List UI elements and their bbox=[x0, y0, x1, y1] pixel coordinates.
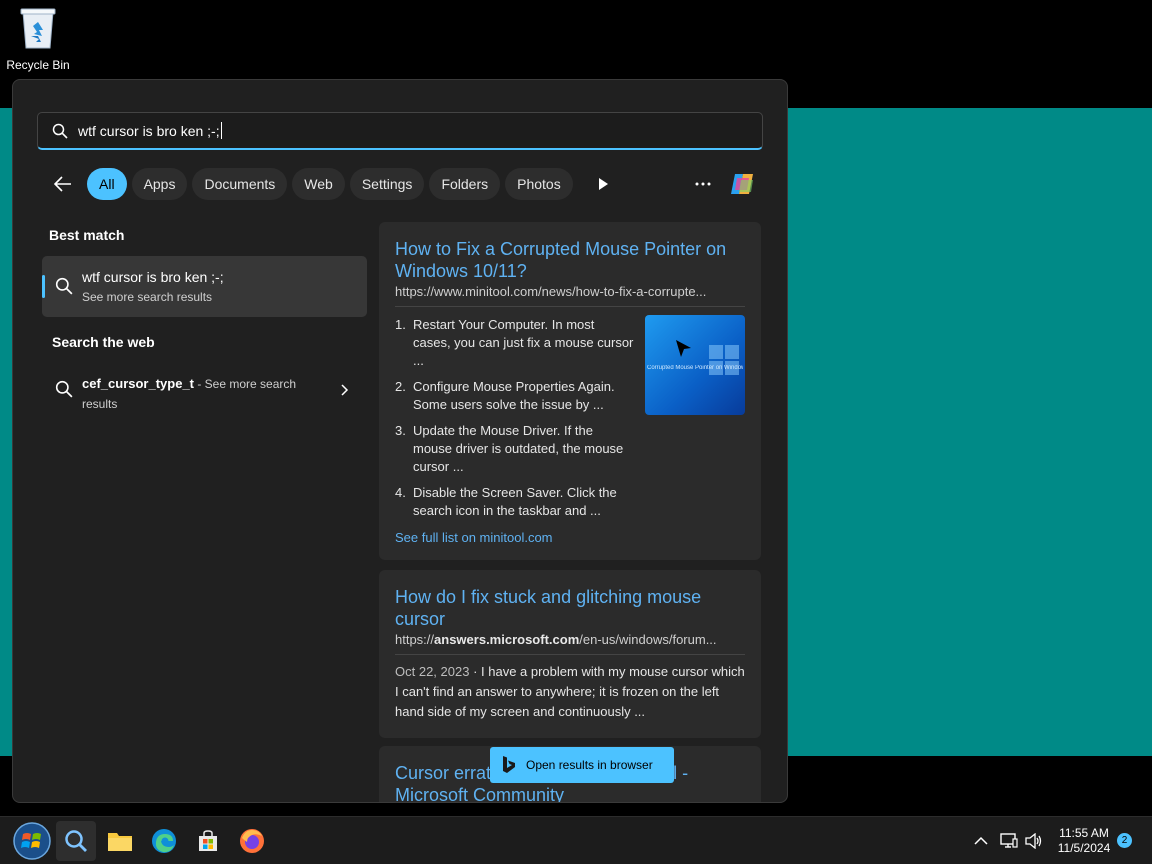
tab-apps[interactable]: Apps bbox=[131, 168, 188, 200]
result-title-link[interactable]: How to Fix a Corrupted Mouse Pointer on … bbox=[395, 238, 745, 282]
web-suggestion-text: cef_cursor_type_t - See more search resu… bbox=[82, 374, 312, 414]
steps-list: 1. Restart Your Computer. In most cases, … bbox=[395, 316, 635, 528]
best-match-title: wtf cursor is bro ken ;-; bbox=[82, 269, 224, 285]
edge-icon bbox=[152, 829, 176, 853]
start-orb-icon bbox=[13, 822, 51, 860]
list-item: 3. Update the Mouse Driver. If the mouse … bbox=[395, 423, 624, 474]
list-item: 2. Configure Mouse Properties Again. Some… bbox=[395, 379, 615, 412]
chevron-up-icon bbox=[974, 836, 988, 845]
result-card: How do I fix stuck and glitching mouse c… bbox=[379, 570, 761, 738]
recycle-bin-label: Recycle Bin bbox=[6, 58, 70, 72]
search-input[interactable]: wtf cursor is bro ken ;-; bbox=[37, 112, 763, 150]
copilot-icon bbox=[731, 174, 753, 194]
recycle-bin-shortcut[interactable]: Recycle Bin bbox=[6, 6, 70, 72]
divider bbox=[395, 654, 745, 655]
text-caret bbox=[220, 122, 222, 139]
result-url[interactable]: https://answers.microsoft.com/en-us/wind… bbox=[395, 632, 747, 647]
tab-photos[interactable]: Photos bbox=[505, 168, 573, 200]
result-date: Oct 22, 2023 bbox=[395, 664, 470, 679]
cursor-icon bbox=[676, 340, 691, 357]
search-web-heading: Search the web bbox=[52, 334, 155, 350]
search-query-text: wtf cursor is bro ken ;-; bbox=[78, 122, 220, 139]
folder-icon bbox=[108, 833, 132, 851]
clock-button[interactable]: 11:55 AM 11/5/2024 bbox=[1050, 826, 1118, 856]
store-icon bbox=[199, 830, 217, 851]
filter-bar: All Apps Documents Web Settings Folders … bbox=[49, 168, 616, 200]
firefox-icon bbox=[240, 829, 264, 853]
more-filters-button[interactable] bbox=[590, 168, 616, 200]
tab-web[interactable]: Web bbox=[292, 168, 345, 200]
network-icon bbox=[1000, 833, 1018, 848]
search-icon bbox=[65, 830, 87, 852]
see-full-list-link[interactable]: See full list on minitool.com bbox=[395, 530, 553, 545]
back-arrow-icon bbox=[54, 176, 71, 192]
clock-time: 11:55 AM bbox=[1059, 826, 1109, 840]
list-item: 1. Restart Your Computer. In most cases, … bbox=[395, 317, 634, 368]
ellipsis-icon bbox=[695, 182, 711, 186]
tab-all[interactable]: All bbox=[87, 168, 127, 200]
web-suggestion-term: cef_cursor_type_t bbox=[82, 376, 194, 391]
web-suggestion-item[interactable]: cef_cursor_type_t - See more search resu… bbox=[42, 368, 367, 428]
best-match-item[interactable]: wtf cursor is bro ken ;-; See more searc… bbox=[42, 256, 367, 317]
result-title-link[interactable]: How do I fix stuck and glitching mouse c… bbox=[395, 586, 745, 630]
result-thumbnail[interactable]: Corrupted Mouse Pointer on Windows 10/11 bbox=[645, 315, 745, 415]
tab-folders[interactable]: Folders bbox=[429, 168, 501, 200]
open-results-in-browser-button[interactable]: Open results in browser bbox=[490, 747, 674, 783]
search-icon bbox=[55, 380, 73, 398]
selection-indicator bbox=[42, 275, 45, 298]
file-explorer-button[interactable] bbox=[100, 821, 140, 861]
copilot-button[interactable] bbox=[727, 168, 759, 200]
clock-date: 11/5/2024 bbox=[1057, 841, 1111, 855]
search-icon bbox=[55, 277, 73, 295]
firefox-button[interactable] bbox=[232, 821, 272, 861]
open-results-label: Open results in browser bbox=[526, 758, 653, 772]
volume-button[interactable] bbox=[1024, 831, 1044, 851]
start-button[interactable] bbox=[12, 821, 52, 861]
best-match-heading: Best match bbox=[49, 227, 125, 243]
tab-documents[interactable]: Documents bbox=[192, 168, 288, 200]
chevron-right-icon bbox=[341, 384, 349, 396]
speaker-icon bbox=[1025, 833, 1042, 849]
thumbnail-caption: Corrupted Mouse Pointer on Windows 10/11 bbox=[647, 365, 743, 371]
play-icon bbox=[598, 178, 608, 190]
result-url[interactable]: https://www.minitool.com/news/how-to-fix… bbox=[395, 284, 747, 299]
list-item: 4. Disable the Screen Saver. Click the se… bbox=[395, 485, 617, 518]
network-status-button[interactable] bbox=[999, 831, 1019, 851]
back-button[interactable] bbox=[49, 170, 77, 198]
search-panel: wtf cursor is bro ken ;-; All Apps Docum… bbox=[12, 79, 788, 803]
best-match-subtitle: See more search results bbox=[82, 290, 213, 304]
divider bbox=[395, 306, 745, 307]
bing-icon bbox=[503, 756, 515, 773]
edge-button[interactable] bbox=[144, 821, 184, 861]
recycle-bin-icon bbox=[19, 6, 57, 50]
tab-settings[interactable]: Settings bbox=[349, 168, 425, 200]
result-card: How to Fix a Corrupted Mouse Pointer on … bbox=[379, 222, 761, 560]
notification-badge[interactable]: 2 bbox=[1117, 833, 1132, 848]
search-icon bbox=[52, 123, 68, 139]
show-hidden-icons-button[interactable] bbox=[971, 831, 991, 851]
microsoft-store-button[interactable] bbox=[188, 821, 228, 861]
taskbar: 11:55 AM 11/5/2024 2 bbox=[0, 816, 1152, 864]
taskbar-search-button[interactable] bbox=[56, 821, 96, 861]
result-snippet: Oct 22, 2023 · I have a problem with my … bbox=[395, 664, 745, 719]
more-options-button[interactable] bbox=[693, 176, 713, 192]
